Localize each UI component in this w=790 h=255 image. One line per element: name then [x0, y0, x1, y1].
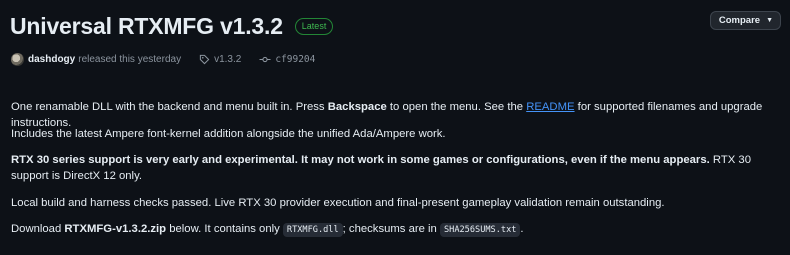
text: to open the menu. See the [386, 101, 527, 113]
commit-link[interactable]: cf99204 [275, 54, 315, 65]
checksums-code: SHA256SUMS.txt [439, 223, 521, 237]
text: One renamable DLL with the backend and m… [11, 101, 328, 113]
backspace-key: Backspace [327, 101, 387, 113]
warning-text: RTX 30 series support is very early and … [11, 154, 710, 166]
tag-icon [199, 54, 210, 65]
release-card: Universal RTXMFG v1.3.2 Latest Compare ▼… [0, 0, 790, 255]
released-text: released this yesterday [78, 54, 182, 65]
commit-icon [259, 54, 271, 65]
dll-code: RTXMFG.dll [282, 223, 343, 237]
release-header: Universal RTXMFG v1.3.2 Latest [10, 13, 334, 40]
tag-link[interactable]: v1.3.2 [214, 54, 241, 65]
avatar[interactable] [11, 53, 24, 66]
zip-filename: RTXMFG-v1.3.2.zip [64, 223, 167, 235]
compare-button[interactable]: Compare ▼ [709, 11, 781, 30]
latest-badge: Latest [294, 18, 334, 35]
compare-label: Compare [718, 15, 761, 26]
notes-paragraph-5: Download RTXMFG-v1.3.2.zip below. It con… [11, 221, 524, 238]
notes-paragraph-3: RTX 30 series support is very early and … [11, 152, 779, 184]
text: Download [11, 223, 65, 235]
text: ; checksums are in [342, 223, 440, 235]
readme-link[interactable]: README [526, 101, 574, 113]
text: below. It contains only [166, 223, 283, 235]
caret-down-icon: ▼ [766, 17, 773, 24]
text: . [520, 223, 524, 235]
author-link[interactable]: dashdogy [28, 54, 75, 65]
release-title[interactable]: Universal RTXMFG v1.3.2 [10, 13, 283, 40]
notes-paragraph-4: Local build and harness checks passed. L… [11, 197, 665, 209]
notes-paragraph-2: Includes the latest Ampere font-kernel a… [11, 128, 446, 140]
release-meta: dashdogy released this yesterday v1.3.2 … [11, 53, 315, 66]
